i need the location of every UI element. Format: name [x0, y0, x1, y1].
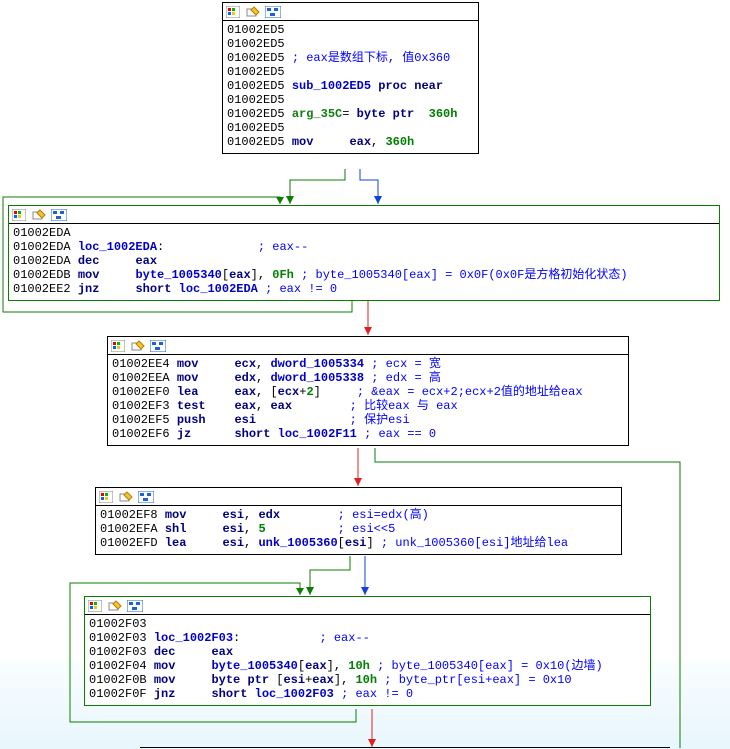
group-icon[interactable] [127, 599, 143, 613]
node-sub-1002ED5[interactable]: 01002ED501002ED501002ED5 ; eax是数组下标, 值0x… [222, 2, 479, 154]
edit-icon[interactable] [107, 599, 123, 613]
node-01002EE4[interactable]: 01002EE4 mov ecx, dword_1005334 ; ecx = … [107, 336, 629, 446]
palette-icon[interactable] [98, 490, 114, 504]
node-titlebar[interactable] [223, 3, 478, 21]
group-icon[interactable] [265, 5, 281, 19]
group-icon[interactable] [138, 490, 154, 504]
node-content: 01002EF8 mov esi, edx ; esi=edx(高)01002E… [96, 506, 621, 554]
node-titlebar[interactable] [9, 206, 719, 224]
palette-icon[interactable] [11, 208, 27, 222]
node-01002EF8[interactable]: 01002EF8 mov esi, edx ; esi=edx(高)01002E… [95, 487, 622, 555]
palette-icon[interactable] [225, 5, 241, 19]
group-icon[interactable] [150, 339, 166, 353]
node-titlebar[interactable] [108, 337, 628, 355]
palette-icon[interactable] [87, 599, 103, 613]
edit-icon[interactable] [118, 490, 134, 504]
edit-icon[interactable] [31, 208, 47, 222]
edit-icon[interactable] [245, 5, 261, 19]
node-titlebar[interactable] [85, 597, 650, 615]
node-loc-1002EDA[interactable]: 01002EDA01002EDA loc_1002EDA: ; eax--010… [8, 205, 720, 301]
palette-icon[interactable] [110, 339, 126, 353]
group-icon[interactable] [51, 208, 67, 222]
node-loc-1002F03[interactable]: 01002F0301002F03 loc_1002F03: ; eax--010… [84, 596, 651, 706]
edit-icon[interactable] [130, 339, 146, 353]
node-titlebar[interactable] [96, 488, 621, 506]
node-content: 01002EDA01002EDA loc_1002EDA: ; eax--010… [9, 224, 719, 300]
node-content: 01002ED501002ED501002ED5 ; eax是数组下标, 值0x… [223, 21, 478, 153]
node-content: 01002F0301002F03 loc_1002F03: ; eax--010… [85, 615, 650, 705]
node-content: 01002EE4 mov ecx, dword_1005334 ; ecx = … [108, 355, 628, 445]
